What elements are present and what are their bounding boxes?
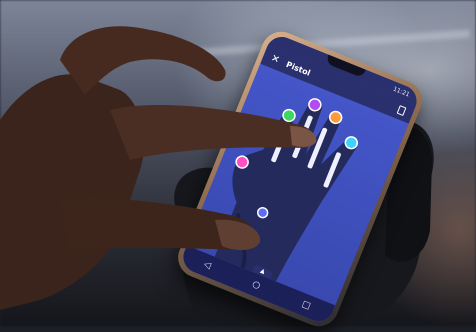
photo-scene: 11:21 ✕ Pistol ▲ ◁ ○ □ [0,0,476,332]
bare-hand [0,26,317,310]
